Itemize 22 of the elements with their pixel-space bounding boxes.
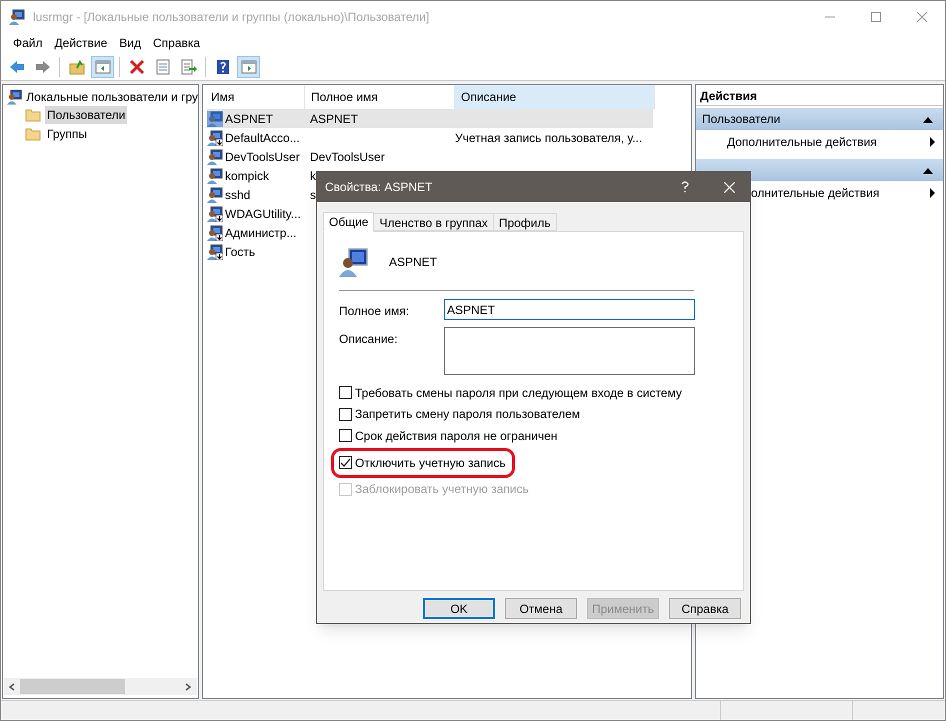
user-name: Гость: [225, 244, 256, 260]
field-label: Описание:: [339, 331, 399, 348]
group-title: Пользователи: [702, 111, 780, 128]
user-name: DefaultAcco...: [225, 130, 300, 146]
user-name: sshd: [225, 186, 250, 204]
user-name: ASPNET: [225, 110, 274, 128]
description: Учетная запись пользователя, у...: [455, 130, 642, 144]
checkbox-row: Заблокировать учетную запись: [339, 478, 728, 500]
dialog-title: Свойства: ASPNET: [325, 179, 432, 196]
user-name: DevToolsUser: [225, 148, 300, 166]
user-name: ASPNET: [389, 254, 438, 271]
full-name: DevToolsUser: [310, 150, 385, 164]
window-title: lusrmgr - [Локальные пользователи и группы (локально)\Пользователи]: [33, 8, 430, 26]
full-name: k: [310, 168, 316, 182]
user-name: kompick: [225, 168, 270, 184]
full-name: ASPNET: [310, 112, 358, 126]
user-name: WDAGUtility...: [225, 206, 301, 222]
field-label: Полное имя:: [339, 303, 410, 320]
user-name: Администр...: [225, 224, 296, 242]
full-name: s: [310, 188, 316, 202]
dialog-button: Применить: [587, 598, 659, 619]
actions-title: Действия: [696, 86, 943, 106]
